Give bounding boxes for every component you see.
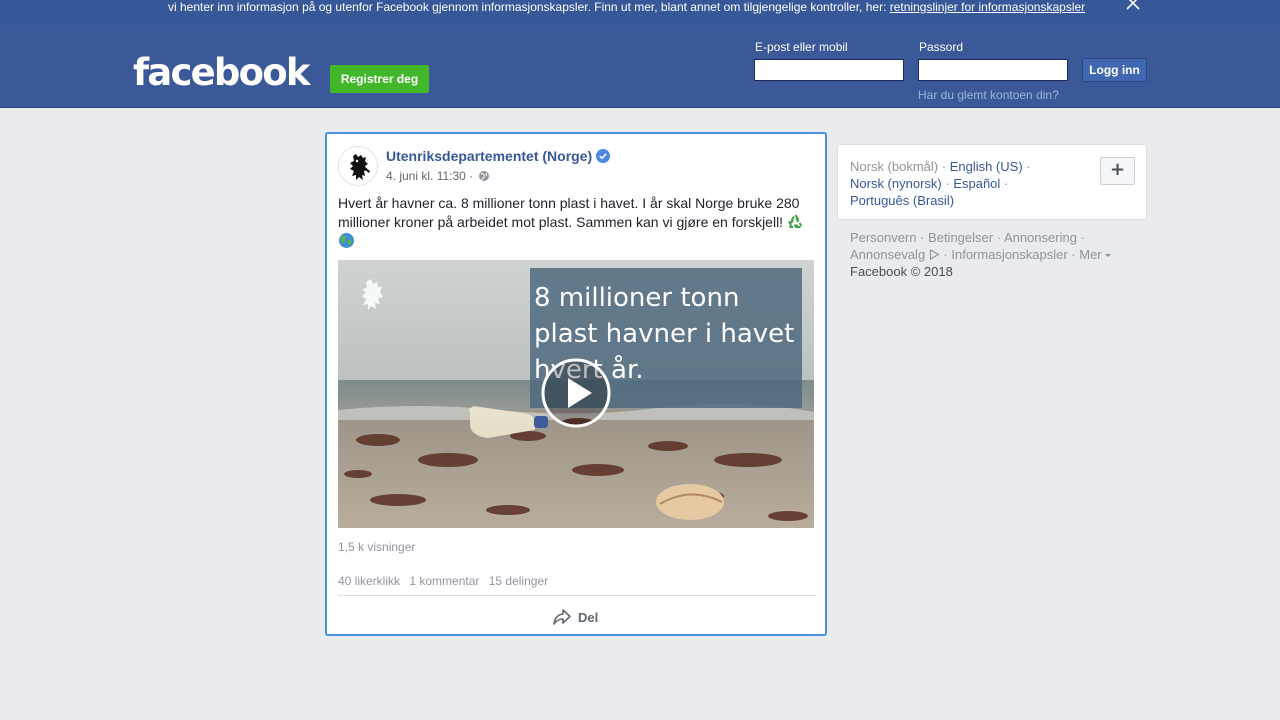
email-label: E-post eller mobil <box>755 40 848 54</box>
top-header: facebook Registrer deg E-post eller mobi… <box>0 25 1280 108</box>
comment-count[interactable]: 1 kommentar <box>409 574 479 588</box>
footer-link-privacy[interactable]: Personvern <box>850 230 916 245</box>
share-arrow-icon <box>553 609 571 625</box>
footer-link-ad-choices[interactable]: Annonsevalg <box>850 247 925 262</box>
cookie-policy-link[interactable]: retningslinjer for informasjonskapsler <box>890 0 1085 14</box>
language-option[interactable]: English (US) <box>950 159 1023 174</box>
language-option[interactable]: Español <box>953 176 1000 191</box>
cookie-banner: vi henter inn informasjon på og utenfor … <box>0 0 1280 25</box>
post-card: Utenriksdepartementet (Norge) 4. juni kl… <box>325 132 827 636</box>
footer-link-cookies[interactable]: Informasjonskapsler <box>951 247 1067 262</box>
share-count[interactable]: 15 delinger <box>489 574 548 588</box>
cookie-banner-message: vi henter inn informasjon på og utenfor … <box>168 0 890 14</box>
footer-link-advertising[interactable]: Annonsering <box>1004 230 1077 245</box>
footer-links: Personvern · Betingelser · Annonsering ·… <box>850 229 1120 280</box>
engagement-stats: 40 likerklikk 1 kommentar 15 delinger <box>338 574 554 588</box>
language-option[interactable]: Português (Brasil) <box>850 193 954 208</box>
forgot-account-link[interactable]: Har du glemt kontoen din? <box>918 88 1059 102</box>
play-icon[interactable] <box>540 357 612 429</box>
recycle-icon <box>788 214 803 228</box>
post-divider <box>338 595 816 596</box>
post-message: Hvert år havner ca. 8 millioner tonn pla… <box>338 194 816 251</box>
cookie-banner-text: vi henter inn informasjon på og utenfor … <box>168 0 1085 14</box>
copyright: Facebook © 2018 <box>850 264 953 279</box>
register-button[interactable]: Registrer deg <box>330 65 429 93</box>
page-name-link[interactable]: Utenriksdepartementet (Norge) <box>386 148 592 164</box>
video-player[interactable]: 8 millioner tonn plast havner i havet hv… <box>338 260 814 528</box>
like-count[interactable]: 40 likerklikk <box>338 574 400 588</box>
globe-earth-icon <box>339 233 354 248</box>
chevron-down-icon <box>1104 254 1111 257</box>
verified-badge-icon <box>596 149 610 163</box>
facebook-logo[interactable]: facebook <box>133 51 310 95</box>
globe-icon <box>479 171 489 181</box>
close-icon[interactable] <box>1124 0 1142 12</box>
password-field[interactable] <box>918 59 1068 81</box>
norwegian-lion-icon <box>339 147 377 185</box>
language-current: Norsk (bokmål) <box>850 159 939 174</box>
add-language-button[interactable]: + <box>1100 157 1135 185</box>
password-label: Passord <box>919 40 964 54</box>
share-label: Del <box>578 609 599 625</box>
footer-link-terms[interactable]: Betingelser <box>928 230 993 245</box>
footer-link-more[interactable]: Mer <box>1079 247 1101 262</box>
login-button[interactable]: Logg inn <box>1082 58 1147 82</box>
language-list: Norsk (bokmål) · English (US) · Norsk (n… <box>850 159 1031 208</box>
ad-choices-icon <box>929 249 940 260</box>
language-option[interactable]: Norsk (nynorsk) <box>850 176 942 191</box>
view-count: 1,5 k visninger <box>338 540 416 554</box>
share-button[interactable]: Del <box>552 606 598 628</box>
page-avatar[interactable] <box>338 146 378 186</box>
language-selector: Norsk (bokmål) · English (US) · Norsk (n… <box>837 144 1147 220</box>
post-text: Hvert år havner ca. 8 millioner tonn pla… <box>338 195 800 230</box>
email-field[interactable] <box>754 59 904 81</box>
post-timestamp[interactable]: 4. juni kl. 11:30 · <box>386 169 473 183</box>
